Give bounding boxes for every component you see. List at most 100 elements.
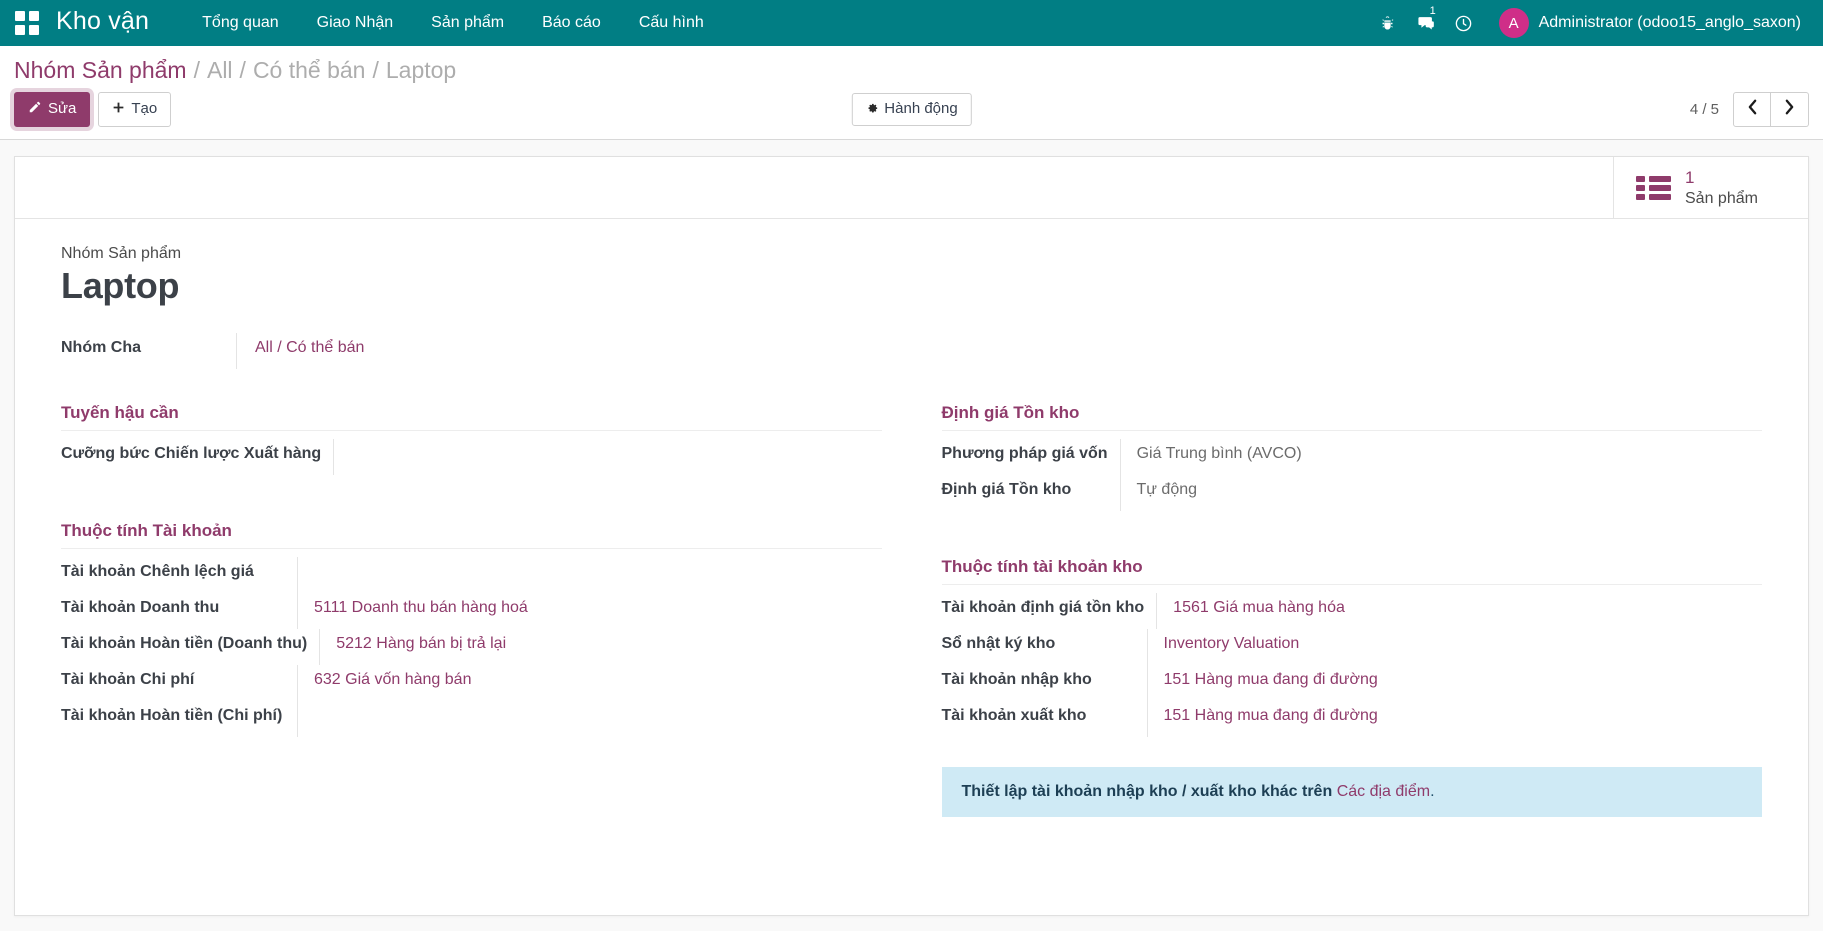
field-income-refund-account: Tài khoản Hoàn tiền (Doanh thu) 5212 Hàn… <box>61 629 882 665</box>
stat-button-label: Sản phẩm <box>1685 190 1758 207</box>
field-value-stock-valuation-account: 1561 Giá mua hàng hóa <box>1156 593 1762 629</box>
group-logistics: Tuyến hậu cần Cưỡng bức Chiến lược Xuất … <box>61 403 882 475</box>
breadcrumb-separator: / <box>194 57 200 84</box>
field-value-costing-method[interactable]: Giá Trung bình (AVCO) <box>1120 439 1762 475</box>
form-column-right: Định giá Tồn kho Phương pháp giá vốn Giá… <box>942 403 1763 817</box>
breadcrumb-item-all[interactable]: All <box>207 57 233 84</box>
field-force-removal-strategy: Cưỡng bức Chiến lược Xuất hàng <box>61 439 882 475</box>
stat-button-value: 1 <box>1685 168 1694 187</box>
group-account-properties: Thuộc tính Tài khoản Tài khoản Chênh lệc… <box>61 521 882 737</box>
avatar: A <box>1499 8 1529 38</box>
stock-account-info-alert: Thiết lập tài khoản nhập kho / xuất kho … <box>942 767 1763 817</box>
create-button-label: Tạo <box>131 101 157 118</box>
field-label-price-difference-account: Tài khoản Chênh lệch giá <box>61 557 297 593</box>
stat-button-text: 1 Sản phẩm <box>1685 167 1758 209</box>
navbar-right-tools: 1 A Administrator (odoo15_anglo_saxon) <box>1369 0 1805 46</box>
form-body: Nhóm Sản phẩm Laptop Nhóm Cha All / Có t… <box>15 219 1808 847</box>
menu-item-configuration[interactable]: Cấu hình <box>620 0 723 46</box>
user-menu-button[interactable]: A Administrator (odoo15_anglo_saxon) <box>1483 0 1805 46</box>
clock-icon <box>1454 14 1473 33</box>
field-label-income-refund-account: Tài khoản Hoàn tiền (Doanh thu) <box>61 629 319 665</box>
breadcrumb-item-saleable[interactable]: Có thể bán <box>253 57 366 84</box>
messages-button[interactable]: 1 <box>1407 0 1445 46</box>
field-label-force-removal-strategy: Cưỡng bức Chiến lược Xuất hàng <box>61 439 333 475</box>
apps-grid-icon <box>15 11 39 35</box>
stat-button-box: 1 Sản phẩm <box>15 157 1808 219</box>
field-expense-account: Tài khoản Chi phí 632 Giá vốn hàng bán <box>61 665 882 701</box>
pager-previous-button[interactable] <box>1733 92 1771 127</box>
breadcrumb: Nhóm Sản phẩm / All / Có thể bán / Lapto… <box>14 46 1809 88</box>
field-value-stock-input-account: 151 Hàng mua đang đi đường <box>1147 665 1763 701</box>
field-value-stock-journal: Inventory Valuation <box>1147 629 1763 665</box>
form-columns: Tuyến hậu cần Cưỡng bức Chiến lược Xuất … <box>61 403 1762 817</box>
create-button[interactable]: Tạo <box>98 92 171 127</box>
locations-link[interactable]: Các địa điểm <box>1337 783 1430 800</box>
group-title-stock-account-properties: Thuộc tính tài khoản kho <box>942 557 1763 585</box>
field-price-difference-account: Tài khoản Chênh lệch giá <box>61 557 882 593</box>
income-account-link[interactable]: 5111 Doanh thu bán hàng hoá <box>314 599 528 616</box>
form-sheet: 1 Sản phẩm Nhóm Sản phẩm Laptop Nhóm Cha… <box>14 156 1809 916</box>
menu-item-transfers[interactable]: Giao Nhận <box>298 0 413 46</box>
income-refund-account-link[interactable]: 5212 Hàng bán bị trả lại <box>336 635 506 652</box>
debug-menu-button[interactable] <box>1369 0 1407 46</box>
chevron-left-icon <box>1747 99 1758 120</box>
group-inventory-valuation: Định giá Tồn kho Phương pháp giá vốn Giá… <box>942 403 1763 511</box>
parent-category-link[interactable]: All / Có thể bán <box>255 339 364 356</box>
app-brand-name[interactable]: Kho vận <box>56 9 149 37</box>
plus-icon <box>112 101 125 119</box>
bug-icon <box>1379 15 1396 32</box>
menu-item-products[interactable]: Sản phẩm <box>412 0 523 46</box>
alert-suffix: . <box>1430 783 1434 800</box>
field-expense-refund-account: Tài khoản Hoàn tiền (Chi phí) <box>61 701 882 737</box>
edit-button[interactable]: Sửa <box>14 92 90 127</box>
pencil-icon <box>28 100 42 119</box>
field-value-force-removal-strategy[interactable] <box>333 439 881 475</box>
field-value-income-refund-account: 5212 Hàng bán bị trả lại <box>319 629 881 665</box>
field-label-parent-category: Nhóm Cha <box>61 333 236 369</box>
action-menu-button[interactable]: Hành động <box>851 93 971 127</box>
stat-button-products[interactable]: 1 Sản phẩm <box>1613 157 1808 218</box>
control-panel-actions: Sửa Tạo <box>14 88 1809 139</box>
field-label-inventory-valuation: Định giá Tồn kho <box>942 475 1120 511</box>
action-menu-label: Hành động <box>884 101 957 118</box>
breadcrumb-separator: / <box>240 57 246 84</box>
group-title-account-properties: Thuộc tính Tài khoản <box>61 521 882 549</box>
menu-item-reporting[interactable]: Báo cáo <box>523 0 620 46</box>
user-name-label: Administrator (odoo15_anglo_saxon) <box>1539 14 1801 32</box>
field-inventory-valuation: Định giá Tồn kho Tự động <box>942 475 1763 511</box>
pager-value: 4 / 5 <box>1690 101 1719 118</box>
alert-strong-text: Thiết lập tài khoản nhập kho / xuất kho … <box>962 783 1333 800</box>
field-label-costing-method: Phương pháp giá vốn <box>942 439 1120 475</box>
apps-menu-button[interactable] <box>10 6 44 40</box>
chevron-right-icon <box>1784 99 1795 120</box>
top-navbar: Kho vận Tổng quan Giao Nhận Sản phẩm Báo… <box>0 0 1823 46</box>
stock-input-account-link[interactable]: 151 Hàng mua đang đi đường <box>1164 671 1378 688</box>
odoo-app-window: Kho vận Tổng quan Giao Nhận Sản phẩm Báo… <box>0 0 1823 931</box>
group-title-inventory-valuation: Định giá Tồn kho <box>942 403 1763 431</box>
field-value-price-difference-account[interactable] <box>297 557 882 593</box>
stock-valuation-account-link[interactable]: 1561 Giá mua hàng hóa <box>1173 599 1345 616</box>
menu-item-overview[interactable]: Tổng quan <box>183 0 298 46</box>
activities-button[interactable] <box>1445 0 1483 46</box>
field-stock-journal: Sổ nhật ký kho Inventory Valuation <box>942 629 1763 665</box>
action-menu-container: Hành động <box>851 93 971 127</box>
form-column-left: Tuyến hậu cần Cưỡng bức Chiến lược Xuất … <box>61 403 882 817</box>
field-value-expense-refund-account[interactable] <box>297 701 882 737</box>
field-income-account: Tài khoản Doanh thu 5111 Doanh thu bán h… <box>61 593 882 629</box>
field-value-income-account: 5111 Doanh thu bán hàng hoá <box>297 593 882 629</box>
field-value-parent-category: All / Có thể bán <box>236 333 1762 369</box>
pager-next-button[interactable] <box>1771 92 1809 127</box>
pager: 4 / 5 <box>1690 92 1809 127</box>
field-value-inventory-valuation[interactable]: Tự động <box>1120 475 1763 511</box>
list-icon <box>1636 176 1671 200</box>
breadcrumb-root[interactable]: Nhóm Sản phẩm <box>14 57 187 84</box>
stock-output-account-link[interactable]: 151 Hàng mua đang đi đường <box>1164 707 1378 724</box>
field-label-stock-journal: Sổ nhật ký kho <box>942 629 1147 665</box>
form-view-background: 1 Sản phẩm Nhóm Sản phẩm Laptop Nhóm Cha… <box>0 140 1823 927</box>
expense-account-link[interactable]: 632 Giá vốn hàng bán <box>314 671 471 688</box>
gear-icon <box>865 101 878 119</box>
stock-journal-link[interactable]: Inventory Valuation <box>1164 635 1300 652</box>
record-buttons: Sửa Tạo <box>14 92 171 127</box>
field-label-income-account: Tài khoản Doanh thu <box>61 593 297 629</box>
field-label-stock-valuation-account: Tài khoản định giá tồn kho <box>942 593 1157 629</box>
